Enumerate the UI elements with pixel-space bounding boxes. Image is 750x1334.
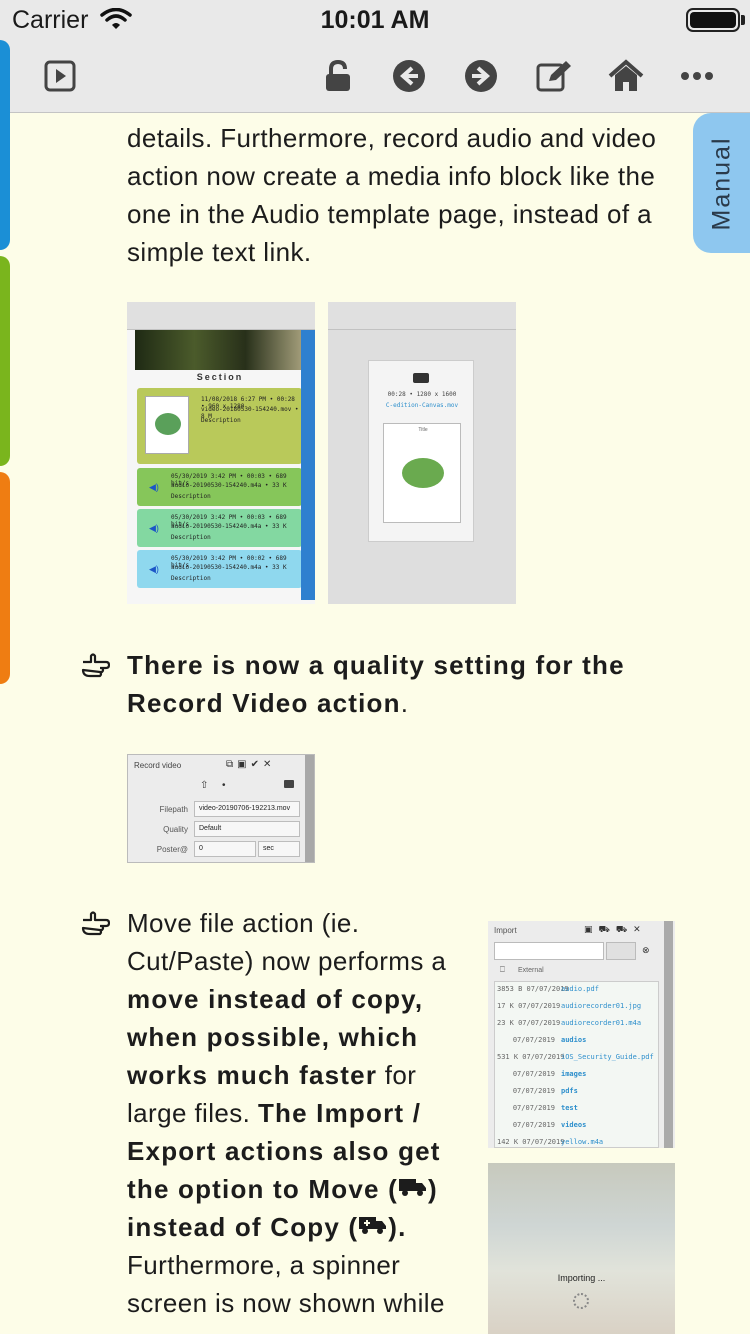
audio-card: ◀) 05/30/2019 3:42 PM • 00:03 • 689 bit/…: [137, 468, 302, 506]
tree-photo: [135, 330, 305, 370]
quality-select[interactable]: Default: [194, 821, 300, 837]
palette-logo-icon: [402, 458, 444, 488]
palette-logo-icon: [155, 413, 181, 435]
import-action-icons: ▣⛟⛟✕: [584, 924, 647, 934]
bookmark-icon: ⎕: [500, 965, 505, 974]
section-heading: Section: [196, 372, 244, 382]
list-item[interactable]: 531 K 07/07/2019 iOS_Security_Guide.pdf: [495, 1053, 658, 1070]
filepath-field[interactable]: video-20190706-192213.mov: [194, 801, 300, 817]
back-arrow-icon[interactable]: [389, 56, 429, 96]
battery-icon: [686, 8, 740, 32]
dialog-action-icons: ⧉▣✔✕: [226, 759, 276, 770]
list-item[interactable]: 07/07/2019 videos: [495, 1121, 658, 1138]
import-filter-button[interactable]: [606, 942, 636, 960]
copy-truck-icon: [359, 1217, 387, 1234]
play-square-icon[interactable]: [40, 56, 80, 96]
record-video-dialog: Record video ⧉▣✔✕ ⇧ • Filepath video-201…: [127, 754, 315, 863]
clear-icon[interactable]: ⊗: [642, 945, 650, 956]
side-rail: [301, 330, 315, 600]
list-item[interactable]: 07/07/2019 pdfs: [495, 1087, 658, 1104]
speaker-icon: ◀): [149, 564, 159, 574]
import-search-input[interactable]: [494, 942, 604, 960]
status-bar: Carrier 10:01 AM: [0, 0, 750, 40]
spinner-icon: [573, 1293, 589, 1309]
folder-icon[interactable]: [284, 780, 294, 788]
screenshot-video-preview: 00:28 • 1280 x 1600 C-edition-Canvas.mov…: [328, 302, 516, 604]
import-file-list: 3853 B 07/07/2019 audio.pdf 17 K 07/07/20…: [494, 981, 659, 1148]
list-item[interactable]: 07/07/2019 test: [495, 1104, 658, 1121]
bullet-move-file: Move file action (ie. Cut/Paste) now per…: [127, 908, 447, 1318]
forward-arrow-icon[interactable]: [461, 56, 501, 96]
poster-field[interactable]: 0: [194, 841, 256, 857]
list-item[interactable]: 07/07/2019 images: [495, 1070, 658, 1087]
list-item[interactable]: 3853 B 07/07/2019 audio.pdf: [495, 985, 658, 1002]
upload-icon[interactable]: ⇧: [200, 780, 208, 791]
unlock-icon[interactable]: [318, 56, 358, 96]
pointing-hand-icon: [81, 911, 110, 936]
list-item[interactable]: 07/07/2019 audios: [495, 1036, 658, 1053]
video-camera-icon: [413, 373, 429, 383]
speaker-icon: ◀): [149, 523, 159, 533]
list-item[interactable]: 142 K 07/07/2019 yellow.m4a: [495, 1138, 658, 1155]
page-content: details. Furthermore, record audio and v…: [0, 114, 750, 1334]
list-item[interactable]: 17 K 07/07/2019 audiorecorder01.jpg: [495, 1002, 658, 1019]
clock: 10:01 AM: [320, 6, 430, 34]
video-card: 11/08/2018 6:27 PM • 00:28 • 960 x 1280 …: [137, 388, 302, 464]
home-icon[interactable]: [606, 56, 646, 96]
scrollbar[interactable]: [305, 755, 314, 862]
screenshot-media-blocks: Section 11/08/2018 6:27 PM • 00:28 • 960…: [127, 302, 315, 604]
paragraph-media-info: details. Furthermore, record audio and v…: [127, 123, 657, 267]
truck-icon: [398, 1179, 426, 1196]
pointing-hand-icon: [81, 653, 110, 678]
dot-icon: •: [222, 780, 226, 791]
poster-unit: sec: [258, 841, 300, 857]
more-icon[interactable]: [677, 56, 717, 96]
audio-card: ◀) 05/30/2019 3:42 PM • 00:02 • 689 bit/…: [137, 550, 302, 588]
speaker-icon: ◀): [149, 482, 159, 492]
scrollbar[interactable]: [664, 921, 673, 1148]
importing-screen: Importing ...: [488, 1163, 675, 1334]
list-item[interactable]: 23 K 07/07/2019 audiorecorder01.m4a: [495, 1019, 658, 1036]
import-panel: Import ▣⛟⛟✕ ⊗ ⎕ External 3853 B 07/07/20…: [488, 921, 675, 1148]
toolbar: [0, 40, 750, 113]
bullet-quality-setting: There is now a quality setting for the R…: [127, 650, 625, 718]
audio-card: ◀) 05/30/2019 3:42 PM • 00:03 • 689 bit/…: [137, 509, 302, 547]
video-frame: 00:28 • 1280 x 1600 C-edition-Canvas.mov…: [368, 360, 474, 542]
manual-tab-label: Manual: [707, 136, 735, 230]
edit-icon[interactable]: [534, 56, 574, 96]
